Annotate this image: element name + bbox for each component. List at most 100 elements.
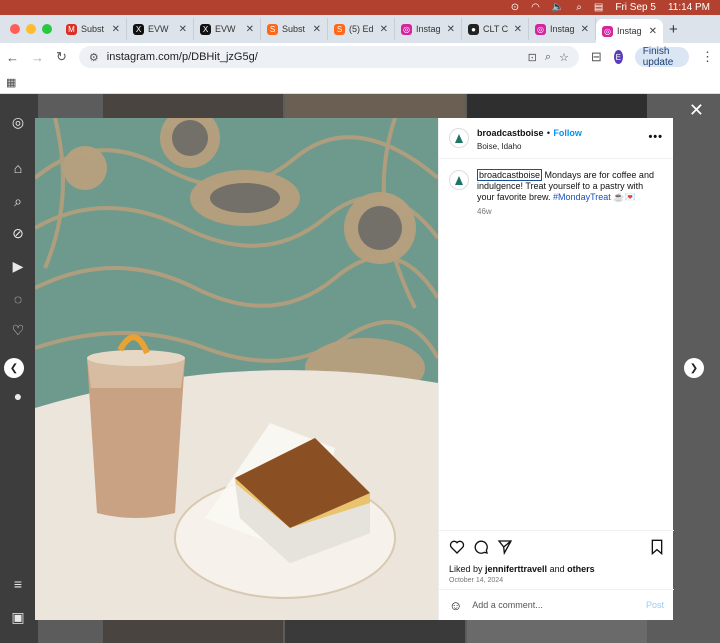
comment-icon[interactable]	[473, 539, 489, 555]
comment-input[interactable]: Add a comment...	[472, 600, 636, 610]
profile-avatar-icon[interactable]: ●	[10, 388, 26, 404]
browser-tab[interactable]: ◎ Instag ✕	[596, 19, 663, 43]
window-controls	[0, 24, 60, 34]
caption-username[interactable]: broadcastboise	[477, 169, 543, 181]
profile-avatar[interactable]: E	[613, 50, 623, 64]
close-tab-icon[interactable]: ✕	[313, 24, 321, 35]
browser-tab[interactable]: S (5) Ed ✕	[328, 18, 395, 40]
browser-toolbar: ← → ↻ ⚙ instagram.com/p/DBHit_jzG5g/ ⊡ ⌕…	[0, 43, 720, 71]
more-options-icon[interactable]: •••	[648, 131, 663, 143]
menubar-time[interactable]: 11:14 PM	[668, 2, 710, 13]
zoom-icon[interactable]: ⌕	[545, 51, 551, 64]
post-comment-button[interactable]: Post	[646, 600, 664, 610]
close-window-button[interactable]	[10, 24, 20, 34]
tab-strip: M Subst ✕ X EVW ✕ X EVW ✕ S Subst ✕ S (5) Ed ✕ ◎ Instag ✕…	[0, 15, 720, 43]
post-modal: broadcastboise • Follow Boise, Idaho •••…	[35, 118, 674, 620]
background-thumbnail	[285, 620, 465, 643]
caption-emoji: ☕️💌	[613, 192, 636, 202]
wifi-icon[interactable]: ◠	[531, 2, 540, 13]
back-icon[interactable]: ←	[6, 50, 19, 65]
close-modal-icon[interactable]: ✕	[689, 100, 704, 121]
coffee-and-cake-photo	[35, 118, 438, 620]
home-icon[interactable]: ⌂	[10, 160, 26, 176]
site-info-icon[interactable]: ⚙	[89, 51, 99, 64]
tab-title: CLT C	[483, 24, 509, 34]
save-bookmark-icon[interactable]	[650, 539, 664, 555]
instagram-logo-icon[interactable]: ◎	[10, 114, 26, 130]
search-icon[interactable]: ⌕	[576, 2, 582, 13]
close-tab-icon[interactable]: ✕	[112, 24, 120, 35]
post-details-panel: broadcastboise • Follow Boise, Idaho •••…	[438, 118, 674, 620]
author-username[interactable]: broadcastboise	[477, 128, 544, 138]
new-tab-button[interactable]: +	[669, 21, 678, 38]
post-date: October 14, 2024	[449, 577, 504, 584]
notifications-heart-icon[interactable]: ♡	[10, 322, 26, 338]
caption-hashtag[interactable]: #MondayTreat	[553, 192, 611, 202]
finish-update-button[interactable]: Finish update	[634, 46, 689, 68]
record-icon[interactable]: ⊙	[511, 2, 519, 13]
browser-tab[interactable]: M Subst ✕	[60, 18, 127, 40]
close-tab-icon[interactable]: ✕	[581, 24, 589, 35]
more-menu-icon[interactable]: ≡	[10, 576, 26, 592]
browser-tab[interactable]: X EVW ✕	[127, 18, 194, 40]
previous-post-button[interactable]: ❮	[4, 358, 24, 378]
also-from-meta-icon[interactable]: ▣	[10, 609, 26, 625]
close-tab-icon[interactable]: ✕	[447, 24, 455, 35]
tab-title: Instag	[416, 24, 441, 34]
tab-list: M Subst ✕ X EVW ✕ X EVW ✕ S Subst ✕ S (5) Ed ✕ ◎ Instag ✕…	[60, 15, 663, 43]
liked-by-others[interactable]: others	[567, 564, 595, 574]
cast-icon[interactable]: ⊟	[591, 49, 602, 65]
author-avatar[interactable]	[449, 128, 469, 148]
menubar-date[interactable]: Fri Sep 5	[615, 2, 656, 13]
substack-icon: S	[334, 23, 345, 35]
bookmarks-bar: ▦	[0, 71, 720, 94]
follow-button[interactable]: Follow	[553, 128, 582, 138]
address-bar[interactable]: ⚙ instagram.com/p/DBHit_jzG5g/ ⊡ ⌕ ☆	[78, 46, 579, 68]
emoji-picker-icon[interactable]: ☺	[449, 598, 462, 613]
liked-by-user[interactable]: jenniferttravell	[485, 564, 547, 574]
explore-icon[interactable]: ⊘	[10, 225, 26, 241]
zoom-window-button[interactable]	[42, 24, 52, 34]
post-photo[interactable]	[35, 118, 438, 620]
caption-age: 46w	[477, 207, 492, 216]
browser-tab[interactable]: ◎ Instag ✕	[395, 18, 462, 40]
messenger-icon[interactable]: ◌	[10, 291, 26, 307]
apps-grid-icon[interactable]: ▦	[6, 76, 16, 89]
browser-tab[interactable]: ● CLT C ✕	[462, 18, 529, 40]
tab-title: (5) Ed	[349, 24, 374, 34]
liked-by: Liked by jenniferttravell and others	[449, 564, 664, 574]
browser-tab[interactable]: S Subst ✕	[261, 18, 328, 40]
install-app-icon[interactable]: ⊡	[528, 51, 537, 64]
next-post-button[interactable]: ❯	[684, 358, 704, 378]
reels-icon[interactable]: ▶	[10, 258, 26, 274]
caption-avatar[interactable]	[449, 170, 469, 190]
close-tab-icon[interactable]: ✕	[179, 24, 187, 35]
reload-icon[interactable]: ↻	[56, 49, 67, 65]
control-center-icon[interactable]: ▤	[594, 2, 603, 13]
browser-menu-icon[interactable]: ⋮	[701, 49, 714, 65]
url-text[interactable]: instagram.com/p/DBHit_jzG5g/	[107, 51, 520, 63]
action-icons	[449, 539, 664, 555]
close-tab-icon[interactable]: ✕	[514, 24, 522, 35]
author-info: broadcastboise • Follow Boise, Idaho	[477, 125, 582, 151]
search-icon[interactable]: ⌕	[10, 193, 26, 209]
x-icon: X	[133, 23, 144, 35]
liked-by-prefix: Liked by	[449, 564, 486, 574]
browser-tab[interactable]: X EVW ✕	[194, 18, 261, 40]
forward-icon[interactable]: →	[31, 50, 44, 65]
bookmark-star-icon[interactable]: ☆	[559, 51, 569, 64]
gmail-icon: M	[66, 23, 77, 35]
like-heart-icon[interactable]	[449, 539, 465, 555]
post-location[interactable]: Boise, Idaho	[477, 142, 582, 151]
broadcast-logo-icon	[455, 175, 463, 185]
close-tab-icon[interactable]: ✕	[246, 24, 254, 35]
background-thumbnail	[103, 620, 283, 643]
share-icon[interactable]	[497, 539, 513, 555]
close-tab-icon[interactable]: ✕	[380, 24, 388, 35]
caption-text-block: broadcastboise Mondays are for coffee an…	[477, 169, 663, 203]
minimize-window-button[interactable]	[26, 24, 36, 34]
volume-icon[interactable]: 🔈	[552, 2, 564, 13]
close-tab-icon[interactable]: ✕	[649, 26, 657, 37]
browser-tab[interactable]: ◎ Instag ✕	[529, 18, 596, 40]
post-actions: Liked by jenniferttravell and others Oct…	[439, 530, 674, 584]
